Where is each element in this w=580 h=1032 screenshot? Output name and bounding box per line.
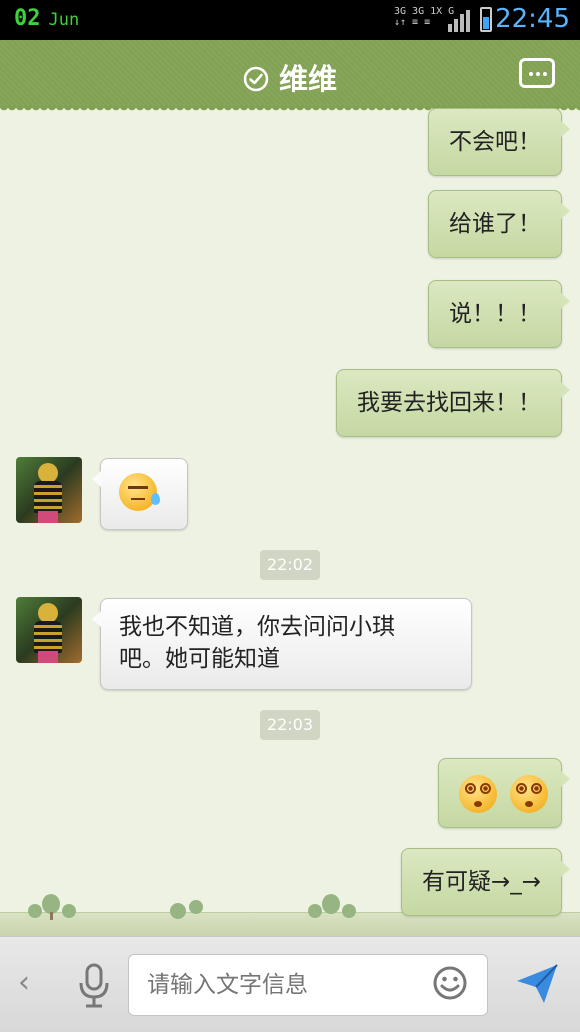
- chat-header: 维维: [0, 40, 580, 112]
- timestamp: 22:03: [260, 710, 320, 740]
- network-type-label: 3G 3G 1X G: [394, 6, 455, 17]
- message-bubble-outgoing[interactable]: 给谁了！: [428, 190, 570, 258]
- contact-avatar[interactable]: [16, 457, 82, 523]
- check-circle-icon: [243, 66, 269, 92]
- message-bubble-outgoing[interactable]: 有可疑→_→: [400, 848, 571, 916]
- message-bubble-outgoing[interactable]: [438, 758, 570, 828]
- message-text: 我要去找回来！！: [357, 390, 541, 416]
- message-bubble-incoming[interactable]: [92, 458, 188, 530]
- battery-icon: [480, 7, 492, 32]
- dizzy-face-emoji: [510, 774, 549, 813]
- message-text: 不会吧！: [449, 129, 541, 155]
- more-dots-icon[interactable]: [519, 58, 555, 88]
- network-indicator: 3G 3G 1X G ↓↑ ≡ ≡: [394, 6, 454, 28]
- message-text: 说！！！: [449, 301, 541, 327]
- chat-area[interactable]: 不会吧！ 给谁了！ 说！！！ 我要去找回来！！ 22:02 我也不知道，你去问问…: [0, 106, 580, 936]
- message-text-line: 吧。她可能知道: [119, 646, 280, 672]
- status-bar: 02 Jun 3G 3G 1X G ↓↑ ≡ ≡ 22:45: [0, 0, 580, 40]
- timestamp: 22:02: [260, 550, 320, 580]
- message-text-line: 我也不知道，你去问问小琪: [119, 614, 395, 640]
- dizzy-face-emoji: [459, 774, 497, 813]
- message-bubble-outgoing[interactable]: 我要去找回来！！: [336, 369, 570, 437]
- chevron-left-icon[interactable]: ‹: [18, 965, 30, 1000]
- message-text: 有可疑→_→: [421, 869, 541, 895]
- network-activity-label: ↓↑ ≡ ≡: [394, 17, 431, 28]
- contact-avatar[interactable]: [16, 597, 82, 663]
- message-text: 给谁了！: [449, 211, 541, 237]
- message-bubble-incoming[interactable]: 我也不知道，你去问问小琪 吧。她可能知道: [92, 598, 472, 690]
- smiley-icon[interactable]: [432, 965, 468, 1001]
- status-time: 22:45: [495, 4, 570, 34]
- message-bubble-outgoing[interactable]: 说！！！: [428, 280, 570, 348]
- sweat-face-emoji: [119, 473, 160, 511]
- contact-name: 维维: [278, 62, 337, 96]
- microphone-icon[interactable]: [76, 963, 112, 1009]
- status-date-month: Jun: [48, 10, 80, 30]
- signal-icon: [448, 8, 470, 32]
- status-date-day: 02: [14, 6, 41, 31]
- message-bubble-outgoing[interactable]: 不会吧！: [428, 108, 570, 176]
- contact-title: 维维: [0, 56, 580, 98]
- status-date: 02 Jun: [14, 6, 79, 31]
- send-icon[interactable]: [514, 961, 560, 1007]
- input-bar: ‹: [0, 936, 580, 1032]
